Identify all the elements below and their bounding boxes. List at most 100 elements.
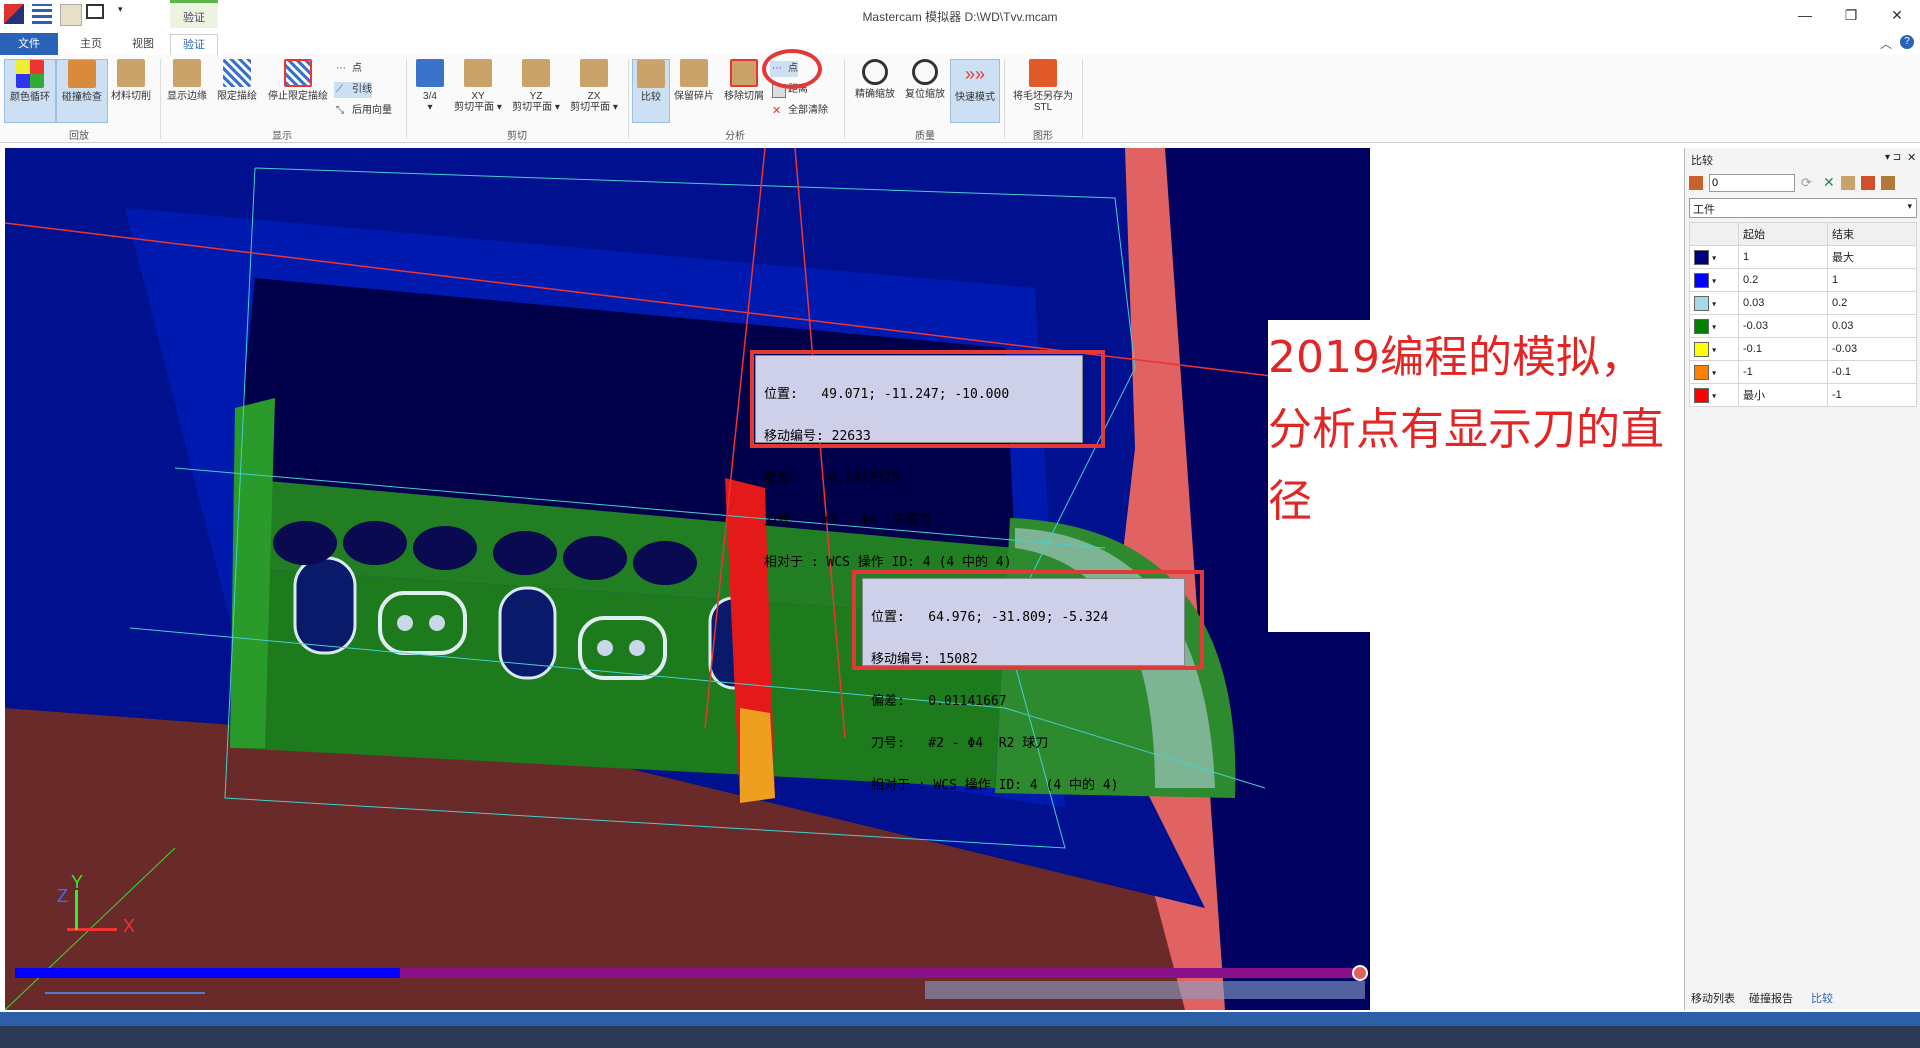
refresh-icon[interactable]: ⟳: [1801, 175, 1812, 191]
zx-plane-icon: [580, 59, 608, 87]
color-swatch[interactable]: [1694, 318, 1709, 334]
end-value[interactable]: 1: [1827, 268, 1917, 292]
collision-icon: [68, 60, 96, 88]
material-cut-button[interactable]: 材料切削: [106, 59, 156, 102]
color-swatch-cell[interactable]: ▾: [1689, 245, 1739, 269]
color-swatch-cell[interactable]: ▾: [1689, 360, 1739, 384]
remove-icon[interactable]: ✕: [1823, 174, 1835, 191]
start-value[interactable]: 0.03: [1738, 291, 1828, 315]
end-value[interactable]: -0.03: [1827, 337, 1917, 361]
collision-check-button[interactable]: 碰撞检查: [56, 59, 108, 123]
chevron-down-icon[interactable]: ▾: [1712, 345, 1716, 354]
taskbar: [0, 1012, 1920, 1048]
color-swatch[interactable]: [1694, 295, 1709, 311]
start-value[interactable]: 1: [1738, 245, 1828, 269]
table-row[interactable]: ▾ -0.03 0.03: [1689, 314, 1917, 338]
color-swatch-cell[interactable]: ▾: [1689, 337, 1739, 361]
group-separator: [1004, 59, 1005, 139]
info-relative: 相对于 : WCS 操作 ID: 4 (4 中的 4): [764, 555, 1012, 570]
restore-button[interactable]: ❐: [1836, 4, 1866, 26]
tab-verify[interactable]: 验证: [170, 34, 218, 56]
color-swatch[interactable]: [1694, 272, 1709, 288]
end-value[interactable]: 0.03: [1827, 314, 1917, 338]
limit-sweep-button[interactable]: 限定描绘: [212, 59, 262, 102]
tab-file[interactable]: 文件: [0, 33, 58, 55]
color-swatch-cell[interactable]: ▾: [1689, 291, 1739, 315]
keep-chips-button[interactable]: 保留碎片: [670, 59, 718, 102]
leader-label: 引线: [352, 84, 372, 95]
compare-panel: 比较 ▾ ⊐ ✕ ⟳ ✕ 工件 ▾ 起始 结束 ▾1最大 ▾0.21 ▾0.03…: [1684, 148, 1920, 1010]
color-cycle-label: 颜色循环: [10, 92, 50, 103]
end-value[interactable]: 0.2: [1827, 291, 1917, 315]
chevron-down-icon[interactable]: ▾: [1712, 299, 1716, 308]
start-value[interactable]: -1: [1738, 360, 1828, 384]
end-value[interactable]: 最大: [1827, 245, 1917, 269]
collapse-ribbon-icon[interactable]: ︿: [1880, 35, 1892, 52]
annotation-line-1: 2019编程的模拟，: [1268, 332, 1644, 383]
fast-mode-button[interactable]: »» 快速模式: [950, 59, 1000, 123]
table-row[interactable]: ▾ -0.1 -0.03: [1689, 337, 1917, 361]
table-row[interactable]: ▾ -1 -0.1: [1689, 360, 1917, 384]
annotation-note: 2019编程的模拟， 分析点有显示刀的直 径: [1268, 320, 1684, 632]
reset-zoom-button[interactable]: 复位缩放: [902, 59, 948, 100]
yz-clip-button[interactable]: YZ 剪切平面 ▾: [508, 59, 564, 113]
color-swatch-cell[interactable]: ▾: [1689, 268, 1739, 292]
chevron-down-icon[interactable]: ▾: [1712, 253, 1716, 262]
group-label-analysis: 分析: [725, 131, 745, 142]
stop-limit-sweep-button[interactable]: 停止限定描绘: [264, 59, 332, 102]
magnifier-icon: [862, 59, 888, 85]
rear-vector-button[interactable]: ⤡ 后用向量: [334, 103, 392, 119]
start-value[interactable]: -0.03: [1738, 314, 1828, 338]
remove-chips-button[interactable]: 移除切屑: [720, 59, 768, 102]
chevron-down-icon[interactable]: ▾: [1712, 368, 1716, 377]
color-swatch[interactable]: [1694, 249, 1709, 265]
end-value[interactable]: -0.1: [1827, 360, 1917, 384]
minimize-button[interactable]: —: [1790, 4, 1820, 26]
color-swatch[interactable]: [1694, 364, 1709, 380]
analysis-point-highlight: [762, 49, 822, 89]
tab-home[interactable]: 主页: [68, 34, 114, 54]
color-swatch-cell[interactable]: ▾: [1689, 314, 1739, 338]
zx-clip-button[interactable]: ZX 剪切平面 ▾: [566, 59, 622, 113]
precise-zoom-button[interactable]: 精确缩放: [850, 59, 900, 100]
three-quarter-button[interactable]: 3/4 ▾: [410, 59, 450, 113]
color-cycle-button[interactable]: 颜色循环: [4, 59, 56, 123]
clear-all-button[interactable]: ✕ 全部清除: [770, 103, 828, 119]
help-icon[interactable]: ?: [1900, 35, 1914, 49]
color-swatch-cell[interactable]: ▾: [1689, 383, 1739, 407]
start-value[interactable]: 最小: [1738, 383, 1828, 407]
settings-icon[interactable]: [1881, 176, 1895, 190]
clear-all-label: 全部清除: [788, 105, 828, 116]
table-row[interactable]: ▾ 0.2 1: [1689, 268, 1917, 292]
tab-move-list[interactable]: 移动列表: [1691, 990, 1735, 1006]
panel-close-icon[interactable]: ✕: [1907, 151, 1916, 164]
leader-button[interactable]: ⟋ 引线: [334, 82, 372, 98]
workpiece-dropdown[interactable]: 工件 ▾: [1689, 198, 1917, 218]
display-point-button[interactable]: ⋯ 点: [334, 61, 362, 77]
panel-pin-icon[interactable]: ▾ ⊐: [1885, 152, 1901, 163]
close-button[interactable]: ✕: [1882, 4, 1912, 26]
table-row[interactable]: ▾ 1 最大: [1689, 245, 1917, 269]
chevron-down-icon[interactable]: ▾: [1712, 322, 1716, 331]
tab-compare[interactable]: 比较: [1811, 990, 1833, 1006]
start-value[interactable]: -0.1: [1738, 337, 1828, 361]
color-swatch[interactable]: [1694, 387, 1709, 403]
tolerance-input[interactable]: [1709, 174, 1795, 192]
save-stl-button[interactable]: 将毛坯另存为 STL: [1008, 59, 1078, 113]
xy-clip-button[interactable]: XY 剪切平面 ▾: [450, 59, 506, 113]
chevron-down-icon[interactable]: ▾: [1712, 276, 1716, 285]
tab-view[interactable]: 视图: [120, 34, 166, 54]
end-value[interactable]: -1: [1827, 383, 1917, 407]
stock-icon[interactable]: [1841, 176, 1855, 190]
compare-button[interactable]: 比较: [632, 59, 670, 123]
show-edges-button[interactable]: 显示边缘: [164, 59, 210, 102]
part-icon[interactable]: [1861, 176, 1875, 190]
color-swatch[interactable]: [1694, 341, 1709, 357]
start-value[interactable]: 0.2: [1738, 268, 1828, 292]
chevron-down-icon[interactable]: ▾: [1712, 391, 1716, 400]
tab-collision-report[interactable]: 碰撞报告: [1749, 990, 1793, 1006]
table-row[interactable]: ▾ 0.03 0.2: [1689, 291, 1917, 315]
table-row[interactable]: ▾ 最小 -1: [1689, 383, 1917, 407]
xy-plane-icon: [464, 59, 492, 87]
status-strip: [0, 1012, 1920, 1026]
